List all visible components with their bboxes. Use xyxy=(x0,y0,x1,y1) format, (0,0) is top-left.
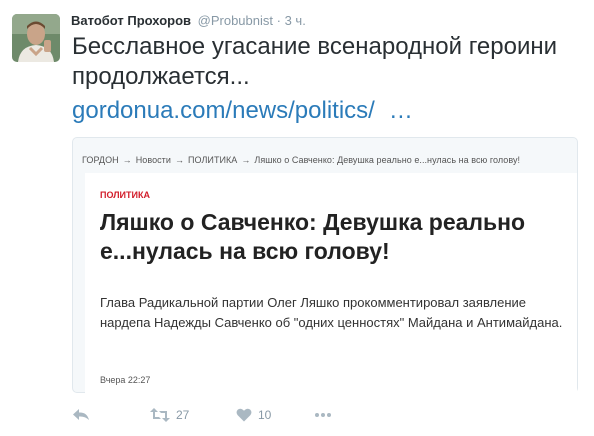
more-icon xyxy=(315,413,331,417)
reply-icon xyxy=(73,409,89,420)
article-preview[interactable] xyxy=(85,173,577,393)
tweet-actions: 27 10 xyxy=(0,400,594,430)
breadcrumb-arrow-icon: → xyxy=(122,155,132,165)
separator-dot: · xyxy=(276,13,281,28)
breadcrumb-arrow-icon: → xyxy=(174,155,184,165)
avatar-image xyxy=(12,14,60,62)
retweet-count[interactable]: 27 xyxy=(176,408,189,422)
tweet: Ватобот Прохоров @Probubnist · 3 ч. Бесс… xyxy=(0,0,594,436)
author-handle[interactable]: @Probubnist xyxy=(198,13,273,28)
retweet-icon xyxy=(150,408,170,422)
article-headline[interactable]: Ляшко о Савченко: Девушка реально е...ну… xyxy=(100,208,560,266)
link-ellipsis[interactable]: … xyxy=(389,97,413,124)
like-button[interactable]: 10 xyxy=(236,400,271,430)
tweet-link-row: gordonua.com/news/politics/ … xyxy=(72,96,413,126)
retweet-button[interactable]: 27 xyxy=(150,400,189,430)
breadcrumb-item-politics[interactable]: ПОЛИТИКА xyxy=(188,155,237,165)
heart-icon xyxy=(236,408,252,422)
author-name[interactable]: Ватобот Прохоров xyxy=(71,13,191,28)
breadcrumb-arrow-icon: → xyxy=(241,155,251,165)
like-count[interactable]: 10 xyxy=(258,408,271,422)
tweet-text: Бесславное угасание всенародной героини … xyxy=(72,33,558,90)
article-date: Вчера 22:27 xyxy=(100,375,151,385)
tweet-time[interactable]: 3 ч. xyxy=(285,13,306,28)
article-category[interactable]: ПОЛИТИКА xyxy=(100,190,150,200)
more-button[interactable] xyxy=(314,400,332,430)
article-excerpt: Глава Радикальной партии Олег Ляшко прок… xyxy=(100,295,563,330)
breadcrumb-item-gordon[interactable]: ГОРДОН xyxy=(82,155,119,165)
tweet-header: Ватобот Прохоров @Probubnist · 3 ч. xyxy=(71,13,306,28)
tweet-link[interactable]: gordonua.com/news/politics/ xyxy=(72,97,375,124)
breadcrumb: ГОРДОН → Новости → ПОЛИТИКА → Ляшко о Савченко… xyxy=(82,155,520,165)
avatar[interactable] xyxy=(12,14,60,62)
reply-button[interactable] xyxy=(72,400,90,430)
breadcrumb-item-article: Ляшко о Савченко: Девушка реально е...ну… xyxy=(254,155,521,165)
breadcrumb-item-news[interactable]: Новости xyxy=(136,155,171,165)
